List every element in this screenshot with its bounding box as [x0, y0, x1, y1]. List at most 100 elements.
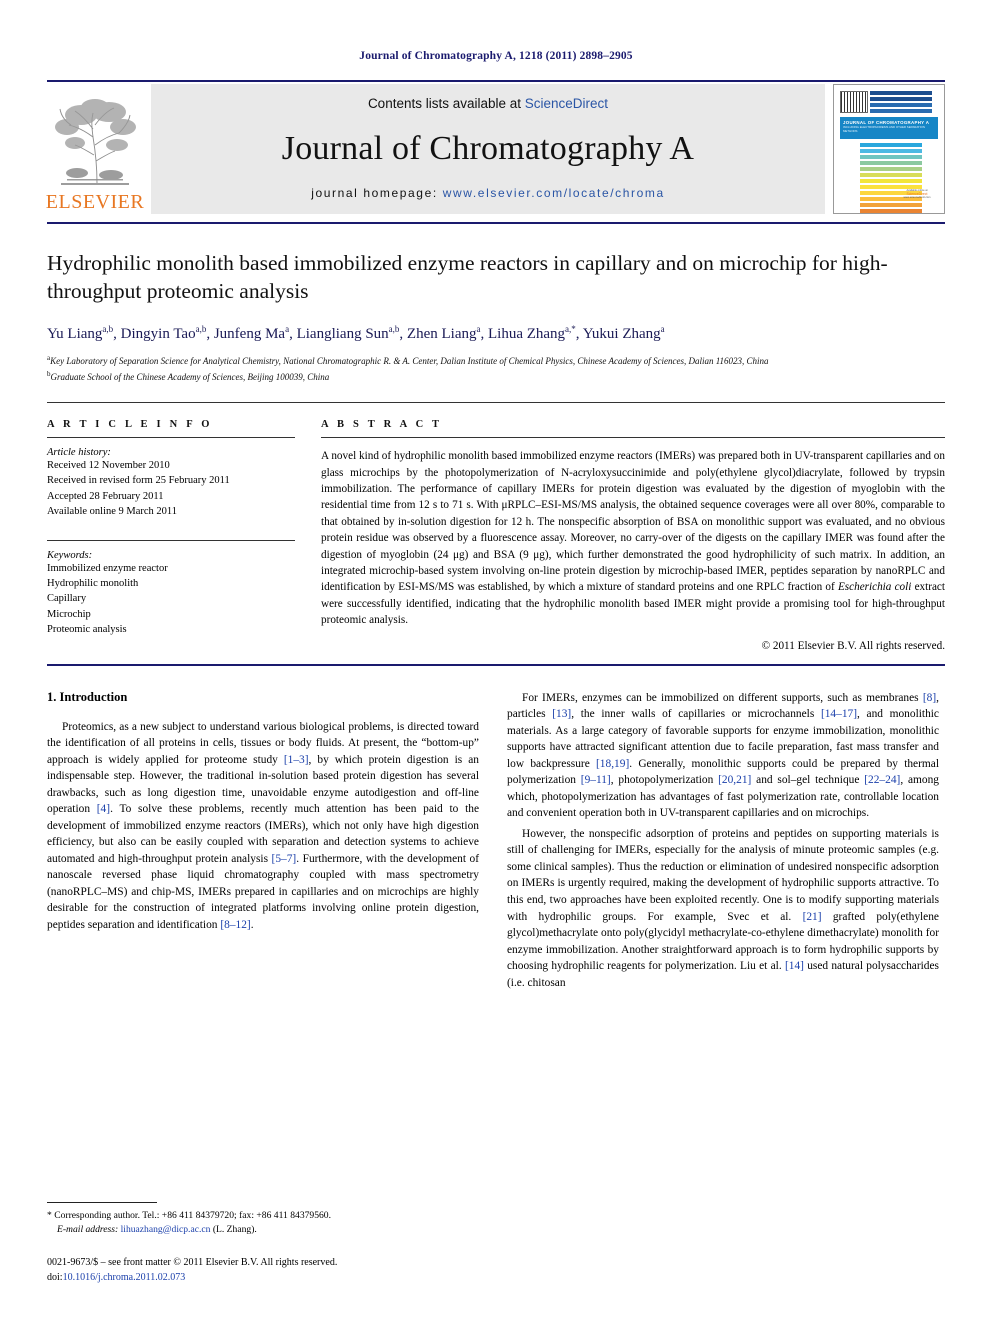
journal-masthead: ELSEVIER Contents lists available at Sci… [45, 80, 945, 214]
keyword-item: Microchip [47, 608, 91, 620]
citation-link[interactable]: [8–12] [220, 919, 250, 931]
keyword-lines: Immobilized enzyme reactor Hydrophilic mo… [47, 561, 295, 637]
footnote-area: * Corresponding author. Tel.: +86 411 84… [47, 1202, 479, 1285]
email-link[interactable]: lihuazhang@dicp.ac.cn [121, 1224, 211, 1235]
copyright-line: © 2011 Elsevier B.V. All rights reserved… [761, 639, 945, 652]
homepage-prefix: journal homepage: [311, 186, 443, 200]
journal-article-page: Journal of Chromatography A, 1218 (2011)… [0, 0, 992, 1323]
citation-link[interactable]: [14–17] [821, 708, 857, 720]
keywords-rule [47, 540, 295, 541]
author-affiliation-marker: a [660, 323, 665, 334]
author-list: Yu Lianga,b, Dingyin Taoa,b, Junfeng Maa… [47, 323, 665, 342]
doi-link[interactable]: 10.1016/j.chroma.2011.02.073 [63, 1272, 186, 1283]
elsevier-tree-icon [55, 99, 136, 185]
journal-cover-thumbnail[interactable]: JOURNAL OF CHROMATOGRAPHY A INCLUDING EL… [833, 84, 945, 214]
keywords-label: Keywords: [47, 550, 93, 561]
doi-line: doi:10.1016/j.chroma.2011.02.073 [47, 1270, 479, 1285]
affiliation-marker: b [47, 369, 51, 378]
cover-subtitle: INCLUDING ELECTROPHORESIS AND OTHER SEPA… [843, 125, 925, 133]
contents-available-line: Contents lists available at ScienceDirec… [368, 96, 608, 111]
article-title: Hydrophilic monolith based immobilized e… [47, 251, 888, 303]
article-info-heading: A R T I C L E I N F O [47, 419, 213, 431]
cover-sd-sub: www.sciencedirect.com [903, 196, 931, 199]
cover-sciencedirect-mark: Available online at ScienceDirect www.sc… [897, 189, 937, 199]
cover-title: JOURNAL OF CHROMATOGRAPHY A [843, 120, 930, 125]
citation-link[interactable]: [5–7] [272, 853, 297, 865]
body-paragraph: However, the nonspecific adsorption of p… [507, 827, 939, 989]
section-heading-introduction: 1. Introduction [47, 689, 128, 704]
email-line: E-mail address: lihuazhang@dicp.ac.cn (L… [47, 1223, 479, 1237]
abstract-heading: A B S T R A C T [321, 419, 443, 431]
author-affiliation-marker: a,b [195, 323, 207, 334]
author-name: Yukui Zhang [582, 325, 661, 342]
citation-link[interactable]: [9–11] [581, 774, 611, 786]
citation-link[interactable]: [21] [803, 911, 822, 923]
citation-link[interactable]: [8] [923, 692, 936, 704]
article-history-item: Received 12 November 2010 [47, 460, 170, 472]
citation-link[interactable]: [4] [97, 803, 110, 815]
citation-link[interactable]: [13] [552, 708, 571, 720]
homepage-url-link[interactable]: www.elsevier.com/locate/chroma [443, 186, 665, 200]
left-column-paragraphs: Proteomics, as a new subject to understa… [47, 719, 479, 934]
info-top-rule [47, 402, 945, 404]
author-name: Junfeng Ma [213, 325, 286, 342]
journal-title: Journal of Chromatography A [281, 129, 695, 167]
running-head: Journal of Chromatography A, 1218 (2011)… [359, 50, 633, 62]
elsevier-wordmark: ELSEVIER [45, 191, 145, 213]
author-name: Dingyin Tao [120, 325, 196, 342]
body-paragraph: Proteomics, as a new subject to understa… [47, 720, 480, 931]
article-history-item: Available online 9 March 2011 [47, 505, 178, 517]
citation-link[interactable]: [20,21] [718, 774, 751, 786]
masthead-bottom-rule [47, 222, 945, 224]
citation-link[interactable]: [22–24] [864, 774, 900, 786]
sciencedirect-link[interactable]: ScienceDirect [525, 96, 608, 111]
keyword-item: Hydrophilic monolith [47, 578, 139, 590]
body-columns: 1. Introduction Proteomics, as a new sub… [47, 690, 945, 996]
author-name: Lihua Zhang [487, 325, 566, 342]
email-label: E-mail address: [57, 1224, 119, 1236]
keyword-item: Immobilized enzyme reactor [47, 563, 168, 574]
author-affiliation-marker: a [285, 323, 290, 334]
article-history-lines: Received 12 November 2010 Received in rev… [47, 458, 295, 519]
journal-homepage-line: journal homepage: www.elsevier.com/locat… [311, 186, 665, 200]
right-column-paragraphs: For IMERs, enzymes can be immobilized on… [507, 690, 939, 992]
citation-link[interactable]: [14] [785, 960, 804, 972]
elsevier-logo: ELSEVIER [45, 84, 145, 214]
corresponding-author-footnote: * Corresponding author. Tel.: +86 411 84… [47, 1209, 479, 1237]
citation-link[interactable]: [1–3] [284, 754, 309, 766]
body-column-left: 1. Introduction Proteomics, as a new sub… [47, 690, 479, 996]
affiliation-entry: aKey Laboratory of Separation Science fo… [47, 354, 769, 367]
article-history-label: Article history: [47, 447, 111, 459]
abstract-rule [321, 437, 945, 439]
keyword-item: Proteomic analysis [47, 623, 127, 635]
author-affiliation-marker: a [476, 323, 481, 334]
affiliation-list: aKey Laboratory of Separation Science fo… [47, 353, 945, 384]
author-affiliation-marker: a,b [102, 323, 114, 334]
author-affiliation-marker: a,b [388, 323, 400, 334]
masthead-center: Contents lists available at ScienceDirec… [151, 84, 825, 214]
species-name: Escherichia coli [837, 581, 912, 594]
abstract-column: A B S T R A C T A novel kind of hydrophi… [321, 419, 946, 652]
article-info-rule [47, 437, 295, 439]
issn-frontmatter-line: 0021-9673/$ – see front matter © 2011 El… [47, 1257, 338, 1268]
abstract-text: A novel kind of hydrophilic monolith bas… [321, 450, 946, 627]
contents-prefix: Contents lists available at [367, 96, 525, 111]
cover-artwork: JOURNAL OF CHROMATOGRAPHY A INCLUDING EL… [838, 89, 940, 213]
body-column-right: For IMERs, enzymes can be immobilized on… [507, 690, 939, 996]
citation-link[interactable]: [18,19] [596, 758, 629, 770]
doi-label: doi: [47, 1272, 63, 1283]
article-history-item: Accepted 28 February 2011 [47, 490, 164, 502]
cover-title-band: JOURNAL OF CHROMATOGRAPHY A INCLUDING EL… [840, 117, 938, 139]
author-name: Yu Liang [47, 325, 103, 342]
imprint-block: 0021-9673/$ – see front matter © 2011 El… [47, 1255, 479, 1285]
affiliation-entry: bGraduate School of the Chinese Academy … [47, 369, 330, 382]
author-affiliation-marker: a,* [565, 323, 576, 334]
email-suffix: (L. Zhang). [212, 1224, 257, 1236]
info-abstract-block: A R T I C L E I N F O Article history: R… [47, 419, 946, 652]
article-info-column: A R T I C L E I N F O Article history: R… [47, 419, 295, 651]
author-name: Zhen Liang [406, 325, 477, 342]
affiliation-marker: a [47, 354, 51, 363]
footnote-rule [47, 1202, 157, 1204]
author-name: Liangliang Sun [296, 325, 389, 342]
corresponding-author-line: * Corresponding author. Tel.: +86 411 84… [47, 1210, 331, 1222]
